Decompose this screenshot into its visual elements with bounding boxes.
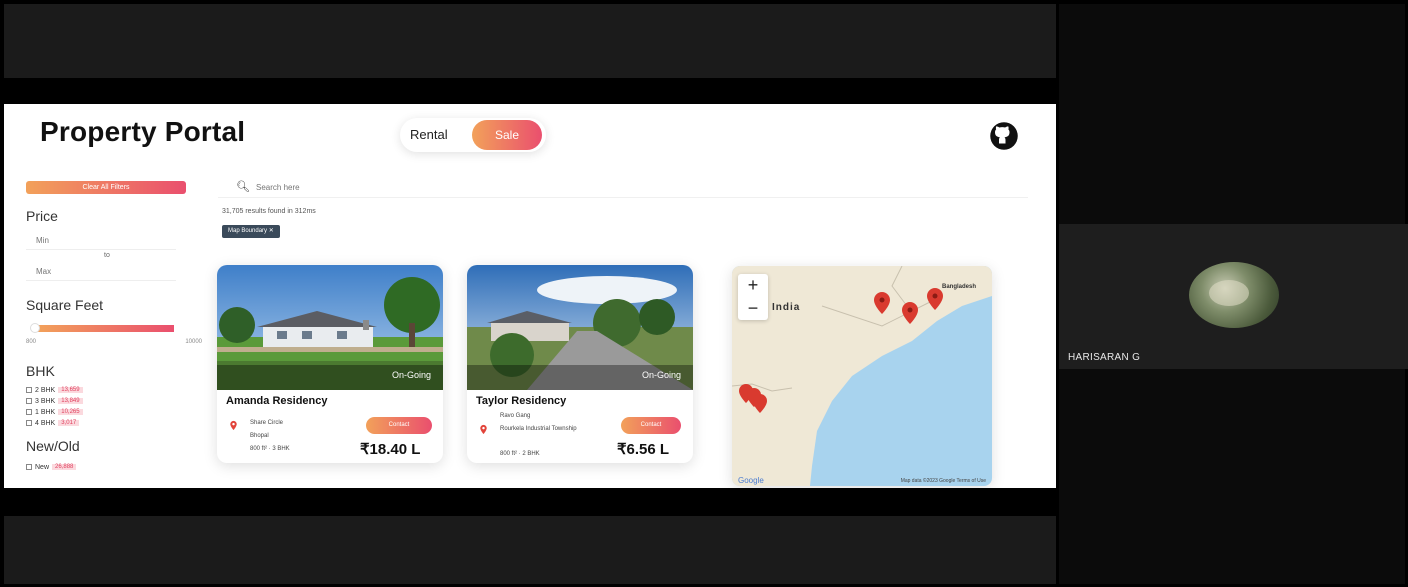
search-icon: 🔍︎: [236, 181, 250, 193]
listing-address-line2: Rourkela Industrial Township: [500, 426, 577, 432]
bhk-option[interactable]: 3 BHK 13,849: [26, 396, 204, 406]
listing-photo: On-Going: [467, 265, 693, 390]
map-marker-icon[interactable]: [927, 288, 943, 310]
listing-card[interactable]: On-Going Amanda Residency Share Circle B…: [217, 265, 443, 463]
sqft-slider[interactable]: [26, 323, 176, 333]
map-marker-icon[interactable]: [902, 302, 918, 324]
search-bar[interactable]: 🔍︎: [218, 176, 1028, 198]
listing-meta: 800 ft² · 3 BHK: [250, 446, 290, 452]
listing-address-line1: Ravo Gang: [500, 413, 531, 419]
count-badge: 13,659: [58, 387, 83, 393]
toggle-rental[interactable]: Rental: [410, 127, 448, 142]
map-marker-icon[interactable]: [874, 292, 890, 314]
filter-sidebar: Clear All Filters Price to Square Feet 8…: [26, 176, 204, 472]
google-logo: Google: [738, 476, 764, 485]
bhk-option[interactable]: 4 BHK 3,017: [26, 418, 204, 428]
map-markers: [739, 288, 943, 413]
toggle-sale[interactable]: Sale: [472, 120, 542, 150]
location-pin-icon: [230, 420, 237, 431]
screen-share-bottom-band: [4, 516, 1056, 584]
price-min-input[interactable]: [26, 232, 176, 250]
checkbox[interactable]: [26, 409, 32, 415]
listing-price: ₹6.56 L: [617, 441, 670, 458]
participant-avatar: [1189, 262, 1279, 328]
listing-name: Taylor Residency: [476, 395, 567, 407]
newold-heading: New/Old: [26, 438, 80, 454]
listing-address-line2: Bhopal: [250, 433, 269, 439]
sqft-min-label: 800: [26, 339, 37, 345]
price-heading: Price: [26, 208, 58, 224]
checkbox[interactable]: [26, 387, 32, 393]
checkbox[interactable]: [26, 420, 32, 426]
clear-filters-button[interactable]: Clear All Filters: [26, 181, 186, 194]
price-to-label: to: [104, 252, 110, 259]
listing-address-line1: Share Circle: [250, 420, 284, 426]
sqft-range-labels: 800 10000: [26, 339, 202, 345]
property-portal-app: Property Portal Rental Sale Clear All Fi…: [4, 104, 1056, 488]
screen-share-top-band: [4, 4, 1056, 78]
map-view[interactable]: + − India Bangladesh Google Map data ©20…: [732, 266, 992, 486]
bhk-option[interactable]: 2 BHK 13,659: [26, 385, 204, 395]
sqft-slider-track: [38, 325, 174, 332]
price-max-input[interactable]: [26, 263, 176, 281]
sqft-heading: Square Feet: [26, 297, 104, 313]
map-footer: Google Map data ©2023 Google Terms of Us…: [732, 474, 992, 486]
status-badge: On-Going: [641, 370, 681, 380]
results-count: 31,705 results found in 312ms: [222, 208, 316, 215]
contact-button[interactable]: Contact: [366, 417, 432, 434]
checkbox[interactable]: [26, 464, 32, 470]
sqft-max-label: 10000: [185, 339, 202, 345]
bhk-option[interactable]: 1 BHK 10,265: [26, 407, 204, 417]
rental-sale-toggle[interactable]: Rental Sale: [400, 118, 546, 152]
count-badge: 26,888: [52, 464, 77, 470]
listing-price: ₹18.40 L: [360, 441, 421, 458]
listing-name: Amanda Residency: [226, 395, 328, 407]
meeting-stage: HARISARAN G Property Portal Rental Sale …: [0, 0, 1408, 587]
count-badge: 3,017: [58, 420, 80, 426]
sqft-slider-handle[interactable]: [30, 323, 40, 333]
listing-card[interactable]: On-Going Taylor Residency Ravo Gang Rour…: [467, 265, 693, 463]
contact-button[interactable]: Contact: [621, 417, 681, 434]
checkbox[interactable]: [26, 398, 32, 404]
participant-tile[interactable]: HARISARAN G: [1059, 224, 1408, 369]
count-badge: 10,265: [58, 409, 83, 415]
map-terms[interactable]: Map data ©2023 Google Terms of Use: [901, 478, 986, 484]
map-marker-icon[interactable]: [753, 394, 767, 413]
status-badge: On-Going: [391, 370, 431, 380]
search-input[interactable]: [256, 179, 656, 195]
listing-meta: 800 ft² · 2 BHK: [500, 451, 540, 457]
count-badge: 13,849: [58, 398, 83, 404]
github-icon[interactable]: [989, 121, 1019, 151]
bhk-heading: BHK: [26, 363, 55, 379]
participant-name: HARISARAN G: [1068, 352, 1141, 363]
newold-option[interactable]: New 26,888: [26, 462, 204, 472]
map-boundary-chip[interactable]: Map Boundary ✕: [222, 225, 280, 238]
location-pin-icon: [480, 424, 487, 435]
listing-photo: On-Going: [217, 265, 443, 390]
page-title: Property Portal: [40, 116, 246, 147]
